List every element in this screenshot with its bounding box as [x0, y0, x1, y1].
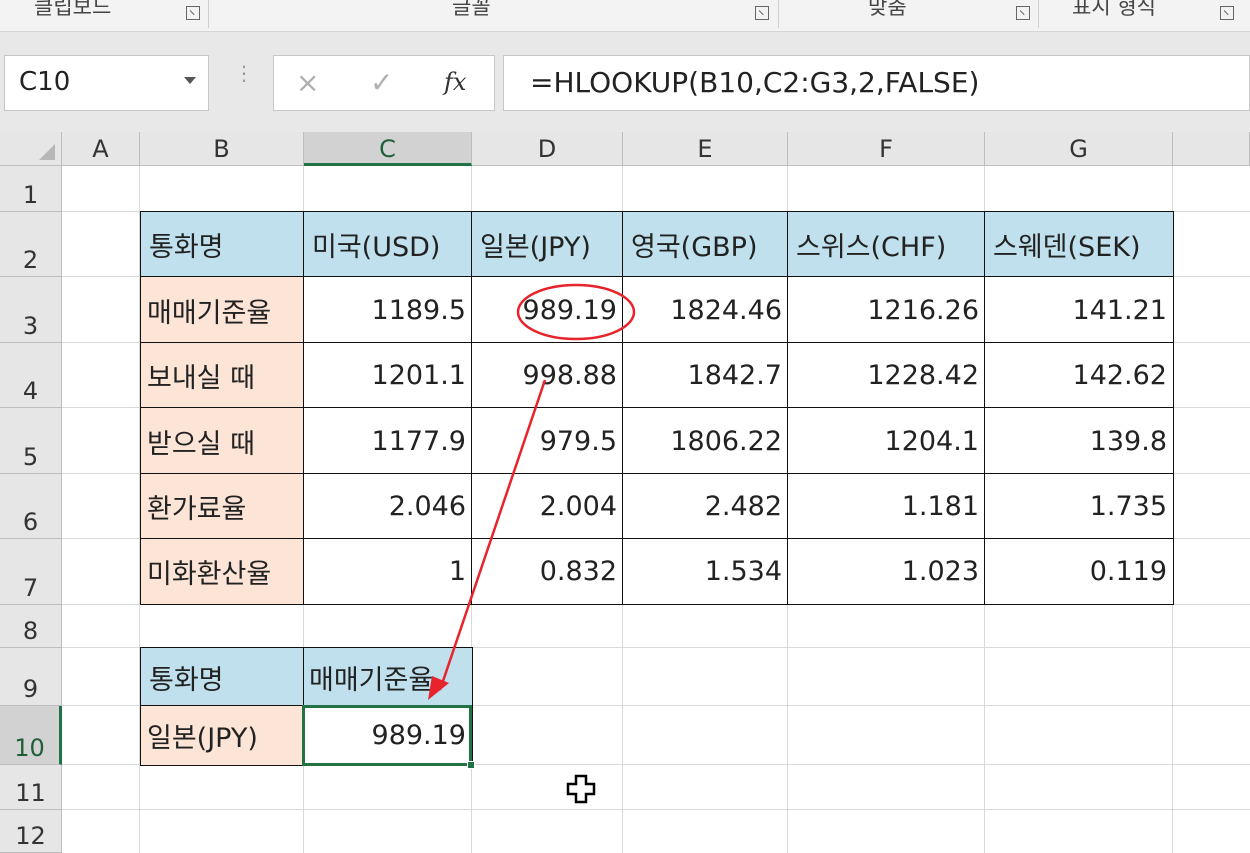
- table-cell[interactable]: 0.832: [471, 538, 624, 605]
- row-header-5[interactable]: 5: [0, 408, 62, 474]
- column-header-f[interactable]: F: [788, 132, 985, 166]
- gridline: [62, 809, 1250, 810]
- table-cell[interactable]: 1201.1: [303, 342, 473, 409]
- table-cell[interactable]: 139.8: [984, 407, 1174, 475]
- table-cell[interactable]: 1806.22: [622, 407, 789, 475]
- table-cell[interactable]: 979.5: [471, 407, 624, 475]
- column-header-h[interactable]: [1173, 132, 1250, 166]
- column-header-d[interactable]: D: [472, 132, 623, 166]
- table-cell[interactable]: 1204.1: [787, 407, 986, 475]
- table-cell[interactable]: 1.181: [787, 473, 986, 540]
- table-cell[interactable]: 1.023: [787, 538, 986, 605]
- row-header-3[interactable]: 3: [0, 277, 62, 343]
- table-cell[interactable]: 141.21: [984, 276, 1174, 344]
- table-row-label[interactable]: 받으실 때: [140, 407, 305, 475]
- row-header-8[interactable]: 8: [0, 605, 62, 648]
- lookup-header-cell[interactable]: 통화명: [140, 647, 305, 707]
- table-cell[interactable]: 2.482: [622, 473, 789, 540]
- number-dialog-launcher-icon[interactable]: [1220, 6, 1234, 20]
- lookup-header-cell[interactable]: 매매기준율: [303, 647, 473, 707]
- column-header-b[interactable]: B: [140, 132, 304, 166]
- table-header-cell[interactable]: 스웨덴(SEK): [984, 211, 1174, 278]
- row-header-6[interactable]: 6: [0, 474, 62, 539]
- ribbon-separator: [778, 0, 779, 28]
- row-header-4[interactable]: 4: [0, 343, 62, 408]
- table-header-cell[interactable]: 영국(GBP): [622, 211, 789, 278]
- table-row-label[interactable]: 매매기준율: [140, 276, 305, 344]
- clipboard-dialog-launcher-icon[interactable]: [186, 6, 200, 20]
- table-cell[interactable]: 1.534: [622, 538, 789, 605]
- table-cell[interactable]: 1: [303, 538, 473, 605]
- ribbon-separator: [1038, 0, 1039, 28]
- table-cell[interactable]: 1.735: [984, 473, 1174, 540]
- table-cell[interactable]: 1216.26: [787, 276, 986, 344]
- name-box[interactable]: C10: [4, 55, 209, 111]
- row-header-11[interactable]: 11: [0, 765, 62, 810]
- table-cell[interactable]: 989.19: [471, 276, 624, 344]
- formula-buttons: × ✓ fx: [273, 55, 495, 111]
- table-row-label[interactable]: 보내실 때: [140, 342, 305, 409]
- table-cell[interactable]: 1189.5: [303, 276, 473, 344]
- table-header-cell[interactable]: 일본(JPY): [471, 211, 624, 278]
- table-cell[interactable]: 1842.7: [622, 342, 789, 409]
- table-cell[interactable]: 1228.42: [787, 342, 986, 409]
- table-cell[interactable]: 2.046: [303, 473, 473, 540]
- insert-function-icon[interactable]: fx: [444, 68, 466, 96]
- fill-handle[interactable]: [467, 761, 475, 769]
- row-header-2[interactable]: 2: [0, 212, 62, 277]
- row-header-1[interactable]: 1: [0, 166, 62, 212]
- table-cell[interactable]: 998.88: [471, 342, 624, 409]
- lookup-key-cell[interactable]: 일본(JPY): [140, 705, 305, 766]
- column-header-c[interactable]: C: [304, 132, 472, 166]
- table-cell[interactable]: 0.119: [984, 538, 1174, 605]
- column-header-e[interactable]: E: [623, 132, 788, 166]
- ribbon-group-alignment-label: 맞춤: [868, 0, 907, 19]
- column-header-g[interactable]: G: [985, 132, 1173, 166]
- ribbon-group-clipboard-label: 클립보드: [34, 0, 112, 19]
- font-dialog-launcher-icon[interactable]: [755, 6, 769, 20]
- table-row-label[interactable]: 환가료율: [140, 473, 305, 540]
- table-cell[interactable]: 1824.46: [622, 276, 789, 344]
- chevron-down-icon[interactable]: [184, 77, 196, 84]
- enter-check-icon[interactable]: ✓: [370, 66, 393, 99]
- formula-input[interactable]: =HLOOKUP(B10,C2:G3,2,FALSE): [503, 55, 1250, 111]
- cancel-icon[interactable]: ×: [296, 66, 319, 99]
- ribbon-group-number-label: 표시 형식: [1072, 0, 1156, 19]
- active-cell-border: [302, 705, 472, 766]
- ribbon-separator: [208, 0, 209, 28]
- select-all-corner[interactable]: [0, 132, 62, 166]
- ribbon-group-bar: 클립보드 글꼴 맞춤 표시 형식: [0, 0, 1250, 32]
- formula-text: =HLOOKUP(B10,C2:G3,2,FALSE): [530, 66, 980, 99]
- table-header-cell[interactable]: 통화명: [140, 211, 305, 278]
- table-header-cell[interactable]: 미국(USD): [303, 211, 473, 278]
- table-row-label[interactable]: 미화환산율: [140, 538, 305, 605]
- row-header-9[interactable]: 9: [0, 648, 62, 706]
- cell-cursor-icon: [566, 774, 596, 804]
- alignment-dialog-launcher-icon[interactable]: [1016, 6, 1030, 20]
- table-cell[interactable]: 142.62: [984, 342, 1174, 409]
- table-cell[interactable]: 2.004: [471, 473, 624, 540]
- table-cell[interactable]: 1177.9: [303, 407, 473, 475]
- column-header-a[interactable]: A: [62, 132, 140, 166]
- grip-dots-icon[interactable]: ⋮: [234, 63, 254, 98]
- ribbon-group-font-label: 글꼴: [452, 0, 491, 19]
- name-box-value: C10: [19, 67, 71, 97]
- table-header-cell[interactable]: 스위스(CHF): [787, 211, 986, 278]
- row-header-12[interactable]: 12: [0, 810, 62, 853]
- row-header-7[interactable]: 7: [0, 539, 62, 605]
- row-header-10[interactable]: 10: [0, 706, 62, 765]
